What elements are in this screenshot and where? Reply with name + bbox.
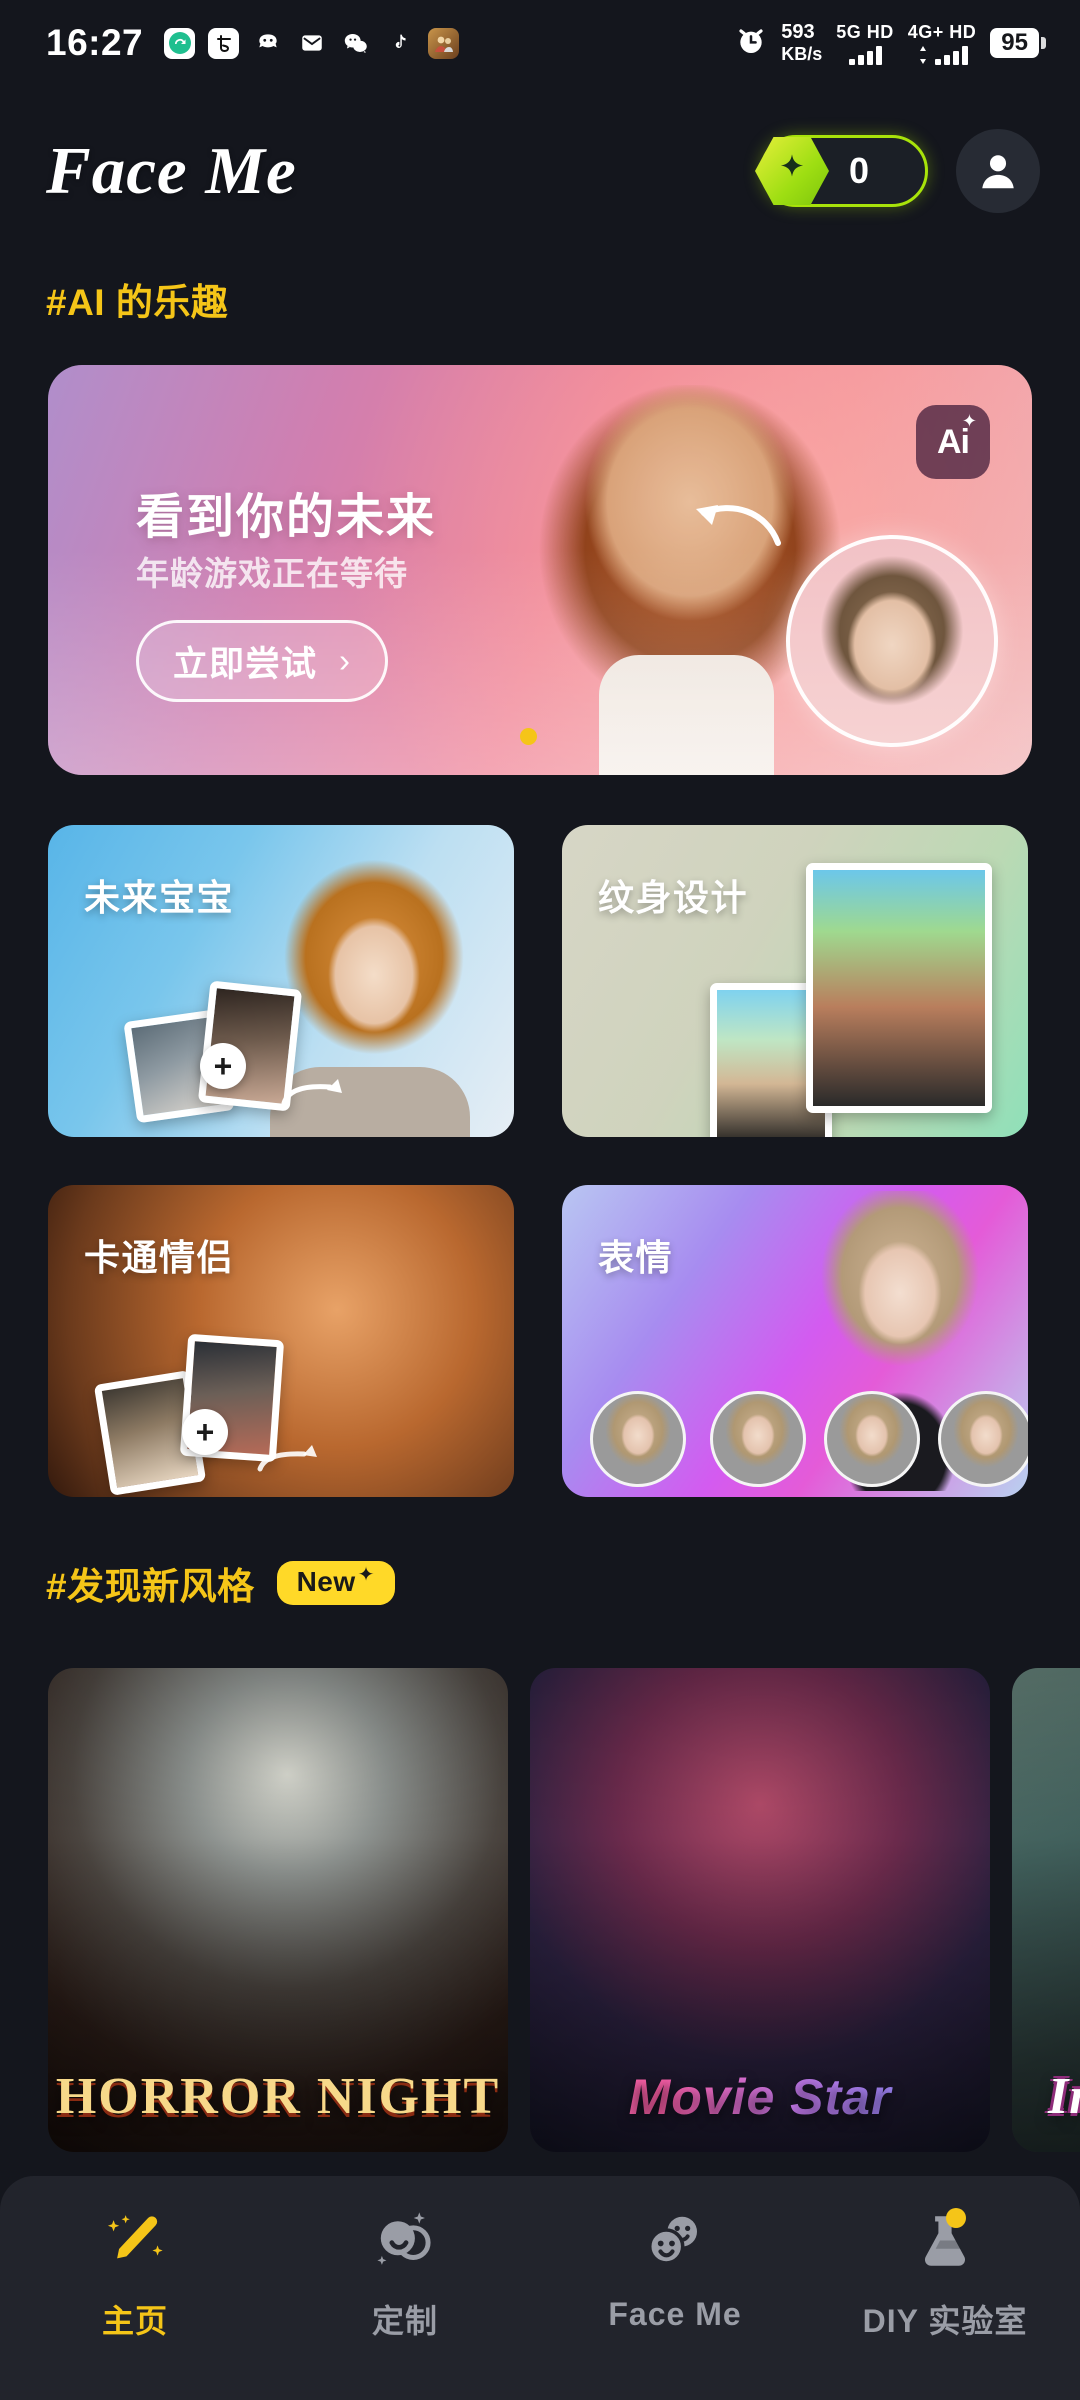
ai-badge-text: Ai ✦ xyxy=(937,411,977,462)
feature-card-expression[interactable]: 表情 xyxy=(562,1185,1028,1497)
curved-arrow-icon xyxy=(688,487,784,553)
notification-dot xyxy=(946,2208,966,2228)
status-time: 16:27 xyxy=(46,22,144,63)
app-title: Face Me xyxy=(46,133,297,208)
sim1-label: 5G HD xyxy=(836,21,894,42)
magic-wand-icon xyxy=(102,2208,168,2274)
wechat-icon xyxy=(340,28,371,59)
network-speed-unit: KB/s xyxy=(781,44,823,64)
expression-thumb-1 xyxy=(590,1391,686,1487)
sim2-bars-row xyxy=(916,45,969,65)
expression-thumb-4 xyxy=(938,1391,1028,1487)
style-carousel[interactable]: HORROR NIGHT Movie Star Insta xyxy=(0,1668,1080,2152)
feature-card-label: 表情 xyxy=(598,1237,674,1278)
person-icon xyxy=(982,155,1014,189)
spark-gem-icon xyxy=(755,136,829,206)
battery-percent: 95 xyxy=(990,28,1039,58)
section-title-ai-fun: #AI 的乐趣 xyxy=(46,272,228,326)
nav-label-diy-lab: DIY 实验室 xyxy=(862,2303,1028,2339)
status-bar-left: 16:27 xyxy=(46,22,460,64)
sim1-bars xyxy=(848,45,882,65)
battery-indicator: 95 xyxy=(990,28,1046,58)
hero-accent-dot xyxy=(520,728,537,745)
faces-sparkle-icon xyxy=(372,2208,438,2274)
game-helper-icon xyxy=(252,28,283,59)
feature-card-future-baby[interactable]: 未来宝宝 + xyxy=(48,825,514,1137)
hero-cta-button[interactable]: 立即尝试 › xyxy=(136,620,389,702)
sync-icon xyxy=(164,27,196,59)
expression-thumb-2 xyxy=(710,1391,806,1487)
network-speed-value: 593 xyxy=(781,21,815,43)
status-bar: 16:27 593 KB/s 5G HD 4G+ HD 95 xyxy=(0,0,1080,86)
new-badge-label: New xyxy=(296,1566,356,1597)
feature-card-label: 未来宝宝 xyxy=(84,877,235,918)
plus-icon: + xyxy=(200,1043,246,1089)
app-header: Face Me 0 xyxy=(0,116,1080,226)
hero-title: 看到你的未来 xyxy=(136,491,437,544)
hero-subtitle: 年龄游戏正在等待 xyxy=(136,555,408,592)
section-title-discover-label: #发现新风格 xyxy=(46,1566,255,1607)
style-card-movie-star[interactable]: Movie Star xyxy=(530,1668,990,2152)
section-title-discover: #发现新风格 New ✦ xyxy=(46,1556,395,1610)
credits-button[interactable]: 0 xyxy=(755,135,928,207)
hero-cta-label: 立即尝试 xyxy=(173,644,318,684)
sim2-label: 4G+ HD xyxy=(907,21,977,42)
mini-curved-arrow-icon xyxy=(276,1069,344,1116)
data-transfer-icon xyxy=(920,45,927,64)
mini-curved-arrow-icon xyxy=(254,1437,320,1482)
ai-badge: Ai ✦ xyxy=(916,405,990,479)
credits-count: 0 xyxy=(849,150,870,191)
section-title-ai-fun-label: #AI 的乐趣 xyxy=(46,282,229,323)
feature-card-tattoo-design[interactable]: 纹身设计 xyxy=(562,825,1028,1137)
nav-item-face-me[interactable]: Face Me xyxy=(540,2208,810,2333)
app-screen: 16:27 593 KB/s 5G HD 4G+ HD 95 Face Me 0… xyxy=(0,0,1080,2400)
flask-icon xyxy=(912,2208,978,2274)
smiley-faces-icon xyxy=(642,2208,708,2274)
sim2-signal: 4G+ HD xyxy=(908,22,977,65)
tiktok-icon xyxy=(384,28,415,59)
bottom-navigation: 主页 定制 Face Me DIY 实验室 xyxy=(0,2176,1080,2400)
alipay-icon xyxy=(208,27,240,59)
chevron-right-icon: › xyxy=(339,642,352,679)
style-card-horror-night[interactable]: HORROR NIGHT xyxy=(48,1668,508,2152)
network-speed: 593 KB/s xyxy=(781,21,822,65)
hero-banner-future-you[interactable]: Ai ✦ 看到你的未来 年龄游戏正在等待 立即尝试 › xyxy=(48,365,1032,775)
game-app-icon xyxy=(428,27,460,59)
feature-card-label: 纹身设计 xyxy=(598,877,749,918)
mail-icon xyxy=(296,28,327,59)
style-card-caption: Insta xyxy=(1048,2068,1080,2125)
nav-item-diy-lab[interactable]: DIY 实验室 xyxy=(810,2208,1080,2342)
status-bar-right: 593 KB/s 5G HD 4G+ HD 95 xyxy=(735,21,1046,65)
plus-icon: + xyxy=(182,1409,228,1455)
expression-thumb-3 xyxy=(824,1391,920,1487)
ai-badge-spark: ✦ xyxy=(961,410,977,431)
new-badge: New ✦ xyxy=(276,1561,395,1605)
nav-label-custom: 定制 xyxy=(371,2303,438,2339)
nav-item-custom[interactable]: 定制 xyxy=(270,2208,540,2342)
hero-result-thumbnail xyxy=(786,535,998,747)
header-actions: 0 xyxy=(755,129,1040,213)
tattoo-after-photo xyxy=(806,863,992,1113)
profile-avatar-button[interactable] xyxy=(956,129,1040,213)
battery-tip xyxy=(1041,37,1046,49)
feature-card-cartoon-couple[interactable]: 卡通情侣 + xyxy=(48,1185,514,1497)
nav-label-face-me: Face Me xyxy=(608,2296,742,2332)
nav-label-home: 主页 xyxy=(101,2303,168,2339)
feature-card-label: 卡通情侣 xyxy=(84,1237,235,1278)
nav-item-home[interactable]: 主页 xyxy=(0,2208,270,2342)
alarm-clock-icon xyxy=(735,25,767,62)
style-card-insta[interactable]: Insta xyxy=(1012,1668,1080,2152)
sim2-bars xyxy=(935,45,969,65)
sparkle-icon: ✦ xyxy=(357,1563,375,1586)
sim1-signal: 5G HD xyxy=(836,22,894,65)
style-card-caption: HORROR NIGHT xyxy=(55,2068,501,2125)
style-card-caption: Movie Star xyxy=(530,2068,990,2126)
